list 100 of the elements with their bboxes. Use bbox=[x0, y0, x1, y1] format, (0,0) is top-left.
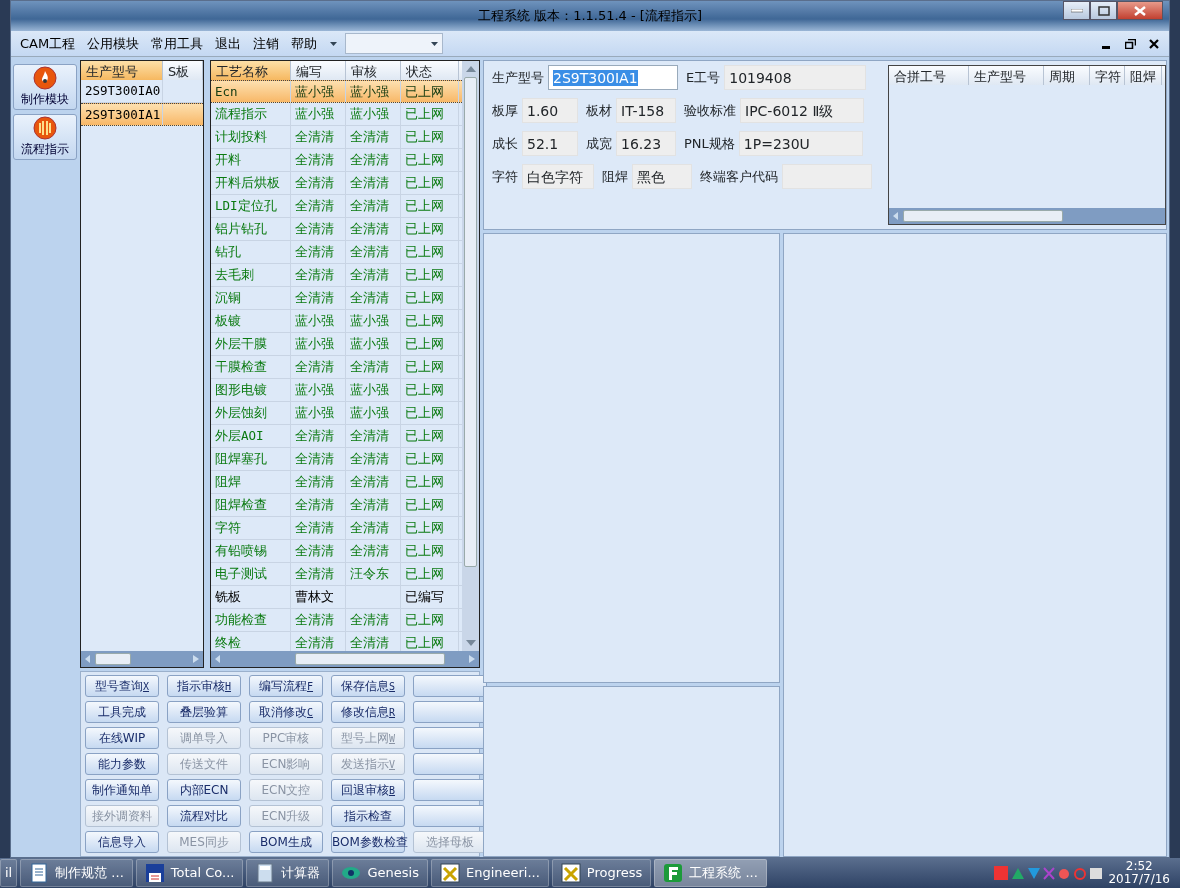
model-row[interactable]: 2S9T300IA1 bbox=[81, 103, 203, 126]
scrollbar-thumb[interactable] bbox=[464, 77, 477, 567]
minimize-button[interactable] bbox=[1063, 1, 1090, 20]
process-row[interactable]: 干膜检查 全清清 全清清 已上网 bbox=[211, 356, 462, 379]
menu-item[interactable]: 注销 bbox=[248, 31, 285, 56]
process-row[interactable]: 流程指示 蓝小强 蓝小强 已上网 bbox=[211, 103, 462, 126]
input-field[interactable]: 16.23 bbox=[616, 131, 676, 156]
combo-box[interactable] bbox=[345, 33, 444, 54]
input-field[interactable]: 1P=230U bbox=[738, 131, 863, 156]
process-row[interactable]: 图形电镀 蓝小强 蓝小强 已上网 bbox=[211, 379, 462, 402]
input-field[interactable]: 白色字符 bbox=[522, 164, 594, 189]
taskbar-button[interactable]: Progress bbox=[551, 859, 652, 887]
column-header[interactable]: 生产型号 bbox=[81, 61, 163, 80]
process-row[interactable]: 计划投料 全清清 全清清 已上网 bbox=[211, 126, 462, 149]
action-button[interactable]: 回退审核B bbox=[331, 779, 405, 801]
table-cell: 2S9T300IA0 bbox=[81, 80, 163, 102]
action-button[interactable]: 型号查询X bbox=[85, 675, 159, 697]
scrollbar-thumb[interactable] bbox=[903, 210, 1063, 222]
field-label: 字符 bbox=[491, 167, 518, 186]
column-header[interactable]: 合拼工号 bbox=[889, 66, 969, 85]
process-row[interactable]: 钻孔 全清清 全清清 已上网 bbox=[211, 241, 462, 264]
action-button[interactable]: 叠层验算 bbox=[167, 701, 241, 723]
input-field[interactable]: 黑色 bbox=[632, 164, 692, 189]
taskbar-button[interactable]: Genesis bbox=[332, 859, 428, 887]
menu-item[interactable]: CAM工程 bbox=[15, 31, 81, 56]
process-row[interactable]: 电子测试 全清清 汪令东 已上网 bbox=[211, 563, 462, 586]
process-row[interactable]: 阻焊检查 全清清 全清清 已上网 bbox=[211, 494, 462, 517]
column-header[interactable]: 阻焊 bbox=[1125, 66, 1162, 85]
process-row[interactable]: 铝片钻孔 全清清 全清清 已上网 bbox=[211, 218, 462, 241]
process-row[interactable]: 外层蚀刻 蓝小强 蓝小强 已上网 bbox=[211, 402, 462, 425]
action-button[interactable]: 内部ECN bbox=[167, 779, 241, 801]
process-row[interactable]: LDI定位孔 全清清 全清清 已上网 bbox=[211, 195, 462, 218]
action-button[interactable]: 制作通知单 bbox=[85, 779, 159, 801]
sidebar-button[interactable]: 制作模块 bbox=[13, 64, 77, 110]
column-header[interactable]: 工艺名称 bbox=[211, 61, 291, 80]
process-row[interactable]: 开料 全清清 全清清 已上网 bbox=[211, 149, 462, 172]
table-cell: 外层AOI bbox=[211, 425, 291, 447]
scroll-left-icon[interactable] bbox=[215, 655, 221, 664]
menu-item[interactable]: 公用模块 bbox=[82, 31, 145, 56]
restore-icon[interactable] bbox=[1125, 38, 1136, 49]
table-cell: 全清清 bbox=[346, 264, 401, 286]
action-button[interactable]: 指示审核H bbox=[167, 675, 241, 697]
scrollbar-thumb[interactable] bbox=[295, 653, 445, 666]
column-header[interactable]: 字符 bbox=[1090, 66, 1125, 85]
close-icon[interactable] bbox=[1149, 38, 1159, 49]
menu-item[interactable]: 帮助 bbox=[286, 31, 323, 56]
input-field[interactable]: 1.60 bbox=[522, 98, 578, 123]
tray-icons[interactable] bbox=[994, 865, 1105, 881]
action-button[interactable]: 能力参数 bbox=[85, 753, 159, 775]
taskbar-button[interactable]: Total Co... bbox=[135, 859, 244, 887]
process-row[interactable]: 外层AOI 全清清 全清清 已上网 bbox=[211, 425, 462, 448]
process-row[interactable]: 外层干膜 蓝小强 蓝小强 已上网 bbox=[211, 333, 462, 356]
menu-item[interactable]: 退出 bbox=[210, 31, 247, 56]
table-cell: 有铅喷锡 bbox=[211, 540, 291, 562]
process-row[interactable]: 开料后烘板 全清清 全清清 已上网 bbox=[211, 172, 462, 195]
column-header[interactable]: 周期 bbox=[1044, 66, 1090, 85]
close-button[interactable] bbox=[1117, 1, 1163, 20]
process-row[interactable]: 阻焊塞孔 全清清 全清清 已上网 bbox=[211, 448, 462, 471]
scroll-left-icon[interactable] bbox=[85, 655, 91, 663]
scroll-right-icon[interactable] bbox=[193, 655, 199, 663]
action-button[interactable]: 工具完成 bbox=[85, 701, 159, 723]
column-header[interactable]: 生产型号 bbox=[969, 66, 1044, 85]
table-cell: 全清清 bbox=[291, 356, 346, 378]
scroll-left-icon[interactable] bbox=[893, 212, 899, 220]
dropdown-arrow-icon[interactable] bbox=[330, 41, 338, 46]
input-field[interactable]: IT-158 bbox=[616, 98, 676, 123]
input-field[interactable]: 1019408 bbox=[724, 65, 867, 90]
maximize-button[interactable] bbox=[1090, 1, 1117, 20]
action-button[interactable]: 指示检查 bbox=[331, 805, 405, 827]
scrollbar-thumb[interactable] bbox=[95, 653, 131, 665]
process-row[interactable]: 字符 全清清 全清清 已上网 bbox=[211, 517, 462, 540]
process-row[interactable]: 沉铜 全清清 全清清 已上网 bbox=[211, 287, 462, 310]
action-button[interactable]: 在线WIP bbox=[85, 727, 159, 749]
taskbar-button[interactable]: 计算器 bbox=[246, 859, 330, 887]
process-row[interactable]: Ecn 蓝小强 蓝小强 已上网 bbox=[211, 80, 462, 103]
action-button[interactable]: 信息导入 bbox=[85, 831, 159, 853]
menu-item[interactable]: 常用工具 bbox=[146, 31, 209, 56]
input-field[interactable]: IPC-6012 Ⅱ级 bbox=[740, 98, 864, 123]
action-button[interactable]: 保存信息S bbox=[331, 675, 405, 697]
process-row[interactable]: 板镀 蓝小强 蓝小强 已上网 bbox=[211, 310, 462, 333]
action-button[interactable] bbox=[413, 675, 487, 697]
action-button[interactable]: 流程对比 bbox=[167, 805, 241, 827]
scroll-right-icon[interactable] bbox=[469, 655, 475, 664]
taskbar-button[interactable]: Engineeri... bbox=[430, 859, 549, 887]
taskbar-button[interactable]: 制作规范 ... bbox=[20, 859, 133, 887]
column-header[interactable]: S板 bbox=[163, 61, 203, 80]
process-row[interactable]: 去毛刺 全清清 全清清 已上网 bbox=[211, 264, 462, 287]
sidebar-button[interactable]: 流程指示 bbox=[13, 114, 77, 160]
process-row[interactable]: 阻焊 全清清 全清清 已上网 bbox=[211, 471, 462, 494]
action-button[interactable]: 取消修改C bbox=[249, 701, 323, 723]
taskbar-button[interactable]: il bbox=[0, 859, 18, 887]
action-button[interactable]: 编写流程F bbox=[249, 675, 323, 697]
input-field[interactable]: 52.1 bbox=[522, 131, 578, 156]
table-cell: 沉铜 bbox=[211, 287, 291, 309]
action-button[interactable]: 修改信息R bbox=[331, 701, 405, 723]
action-button[interactable]: BOM生成 bbox=[249, 831, 323, 853]
process-row[interactable]: 功能检查 全清清 全清清 已上网 bbox=[211, 609, 462, 632]
process-row[interactable]: 铣板 曹林文 已编写 bbox=[211, 586, 462, 609]
field-label: PNL规格 bbox=[683, 134, 735, 153]
process-row[interactable]: 有铅喷锡 全清清 全清清 已上网 bbox=[211, 540, 462, 563]
